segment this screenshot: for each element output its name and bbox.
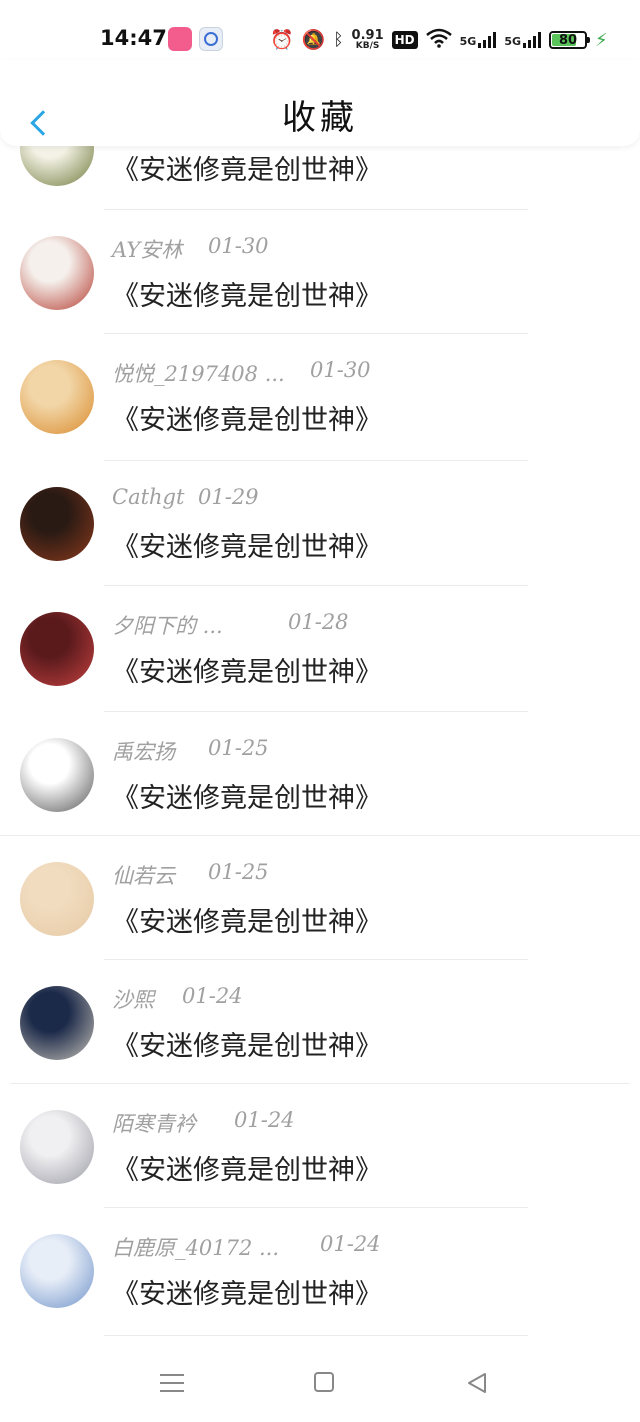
list-item[interactable]: 仙若云 01-25 《安迷修竟是创世神》	[0, 836, 640, 960]
system-icons: ⏰ 🔕 ᛒ 0.91 KB/S HD 5G 5G 80 ⚡	[270, 26, 608, 54]
post-date: 01-29	[198, 485, 259, 509]
list-item[interactable]: 沙熙 01-24 《安迷修竟是创世神》	[0, 960, 640, 1084]
signal-icon	[523, 32, 542, 48]
home-icon[interactable]	[314, 1372, 334, 1392]
post-date: 01-24	[182, 984, 243, 1008]
post-date: 01-30	[310, 358, 371, 382]
favorite-title[interactable]: 《安迷修竟是创世神》	[112, 1148, 382, 1187]
avatar[interactable]	[20, 236, 94, 310]
username[interactable]: 白鹿原_40172 ...	[112, 1236, 279, 1260]
divider	[104, 1335, 528, 1336]
item-meta: 悦悦_2197408 ... 01-30	[112, 358, 371, 388]
username[interactable]: 夕阳下的 ...	[112, 614, 223, 638]
sim1-label: 5G	[459, 35, 477, 48]
system-nav-bar	[0, 1350, 640, 1422]
charging-icon: ⚡	[595, 29, 608, 51]
post-date: 01-30	[208, 234, 269, 258]
avatar[interactable]	[20, 738, 94, 812]
username[interactable]: 禹宏扬	[112, 740, 175, 764]
list-item[interactable]: 悦悦_2197408 ... 01-30 《安迷修竟是创世神》	[0, 334, 640, 458]
favorite-title[interactable]: 《安迷修竟是创世神》	[112, 274, 382, 313]
username[interactable]: 悦悦_2197408 ...	[112, 362, 285, 386]
list-item[interactable]: 陌寒青衿 01-24 《安迷修竟是创世神》	[0, 1084, 640, 1208]
item-meta: 仙若云 01-25	[112, 860, 269, 890]
net-speed-unit: KB/S	[355, 41, 380, 51]
avatar[interactable]	[20, 612, 94, 686]
favorite-title[interactable]: 《安迷修竟是创世神》	[112, 900, 382, 939]
favorite-title[interactable]: 《安迷修竟是创世神》	[112, 525, 382, 564]
status-time: 14:47	[100, 26, 167, 50]
app-icon	[199, 27, 223, 51]
menu-icon[interactable]	[160, 1372, 184, 1394]
back-icon[interactable]	[466, 1372, 488, 1398]
item-meta: 白鹿原_40172 ... 01-24	[112, 1232, 381, 1262]
username[interactable]: Cathgt	[112, 485, 184, 509]
item-meta: 夕阳下的 ... 01-28	[112, 610, 349, 640]
item-meta: AY安林 01-30	[112, 234, 269, 264]
post-date: 01-28	[288, 610, 349, 634]
favorite-title[interactable]: 《安迷修竟是创世神》	[112, 650, 382, 689]
username[interactable]: 陌寒青衿	[112, 1112, 196, 1136]
signal-icon	[478, 32, 497, 48]
list-item[interactable]: 禹宏扬 01-25 《安迷修竟是创世神》	[0, 712, 640, 836]
alarm-icon: ⏰	[270, 28, 294, 51]
avatar[interactable]	[20, 487, 94, 561]
avatar[interactable]	[20, 1234, 94, 1308]
bluetooth-icon: ᛒ	[333, 29, 344, 50]
post-date: 01-24	[320, 1232, 381, 1256]
item-meta: 沙熙 01-24	[112, 984, 243, 1014]
signal-sim1: 5G	[460, 32, 497, 48]
favorite-title[interactable]: 《安迷修竟是创世神》	[112, 1272, 382, 1311]
bilibili-app-icon	[168, 27, 192, 51]
list-item[interactable]: Cathgt 01-29 《安迷修竟是创世神》	[0, 461, 640, 585]
post-date: 01-25	[208, 736, 269, 760]
avatar[interactable]	[20, 360, 94, 434]
favorite-title[interactable]: 《安迷修竟是创世神》	[112, 398, 382, 437]
battery-icon: 80	[549, 31, 591, 49]
net-speed: 0.91 KB/S	[352, 29, 384, 51]
post-date: 01-25	[208, 860, 269, 884]
sim2-label: 5G	[504, 35, 522, 48]
list-item[interactable]: 白鹿原_40172 ... 01-24 《安迷修竟是创世神》	[0, 1208, 640, 1332]
username[interactable]: 沙熙	[112, 988, 154, 1012]
mute-icon: 🔕	[301, 28, 326, 51]
signal-sim2: 5G	[504, 32, 542, 48]
battery-level: 80	[558, 32, 578, 48]
favorite-title[interactable]: 《安迷修竟是创世神》	[112, 776, 382, 815]
wifi-icon	[425, 28, 452, 52]
list-item[interactable]: AY安林 01-30 《安迷修竟是创世神》	[0, 210, 640, 334]
avatar[interactable]	[20, 862, 94, 936]
post-date: 01-24	[234, 1108, 295, 1132]
page-title: 收藏	[282, 98, 358, 138]
favorite-title[interactable]: 《安迷修竟是创世神》	[112, 1024, 382, 1063]
username[interactable]: AY安林	[112, 238, 182, 262]
item-meta: 禹宏扬 01-25	[112, 736, 269, 766]
avatar[interactable]	[20, 1110, 94, 1184]
hd-badge: HD	[391, 31, 418, 49]
avatar[interactable]	[20, 986, 94, 1060]
username[interactable]: 仙若云	[112, 864, 175, 888]
header-bar: 收藏	[0, 60, 640, 146]
item-meta: Cathgt 01-29	[112, 485, 259, 509]
item-meta: 陌寒青衿 01-24	[112, 1108, 295, 1138]
favorite-title[interactable]: 《安迷修竟是创世神》	[112, 148, 382, 187]
list-item[interactable]: 夕阳下的 ... 01-28 《安迷修竟是创世神》	[0, 586, 640, 710]
